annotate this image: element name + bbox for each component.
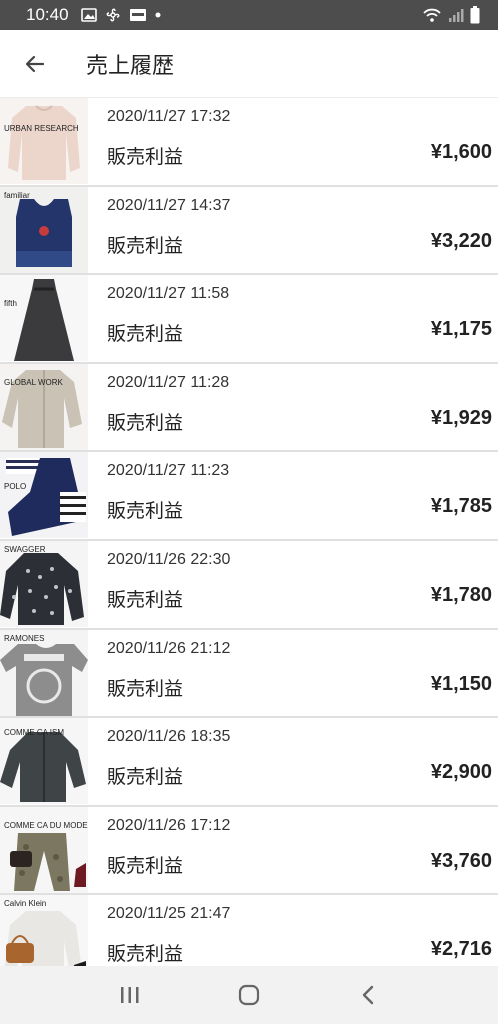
list-item[interactable]: fifth 2020/11/27 11:58 販売利益 ¥1,175	[0, 275, 498, 364]
transaction-type: 販売利益	[107, 677, 184, 700]
thumb-brand-label: URBAN RESEARCH	[4, 124, 79, 133]
transaction-type: 販売利益	[107, 943, 184, 966]
sale-amount: ¥1,929	[430, 406, 492, 429]
notification-icons	[80, 7, 161, 23]
transaction-type: 販売利益	[107, 854, 184, 877]
thumb-brand-label: COMME CA DU MODE	[4, 820, 88, 830]
recent-apps-icon	[120, 987, 139, 1003]
transaction-type: 販売利益	[107, 146, 184, 168]
list-item[interactable]: RAMONES 2020/11/26 21:12 販売利益 ¥1,150	[0, 629, 498, 719]
item-thumbnail: SWAGGER	[0, 540, 88, 627]
sale-amount: ¥3,760	[430, 849, 492, 872]
sale-date: 2020/11/27 14:37	[107, 196, 231, 214]
sale-amount: ¥1,600	[430, 141, 492, 163]
sale-amount: ¥2,716	[430, 938, 492, 961]
item-thumbnail: fifth	[0, 275, 88, 362]
list-item[interactable]: Calvin Klein 2020/11/25 21:47 販売利益 ¥2,71…	[0, 895, 498, 966]
home-button[interactable]	[219, 975, 279, 1015]
sales-history-list[interactable]: URBAN RESEARCH 2020/11/27 17:32 販売利益 ¥1,…	[0, 98, 498, 966]
dot-icon	[155, 12, 161, 18]
sale-amount: ¥1,785	[430, 495, 492, 518]
battery-icon	[470, 6, 480, 24]
thumb-brand-label: RAMONES	[4, 633, 45, 643]
sale-date: 2020/11/26 21:12	[107, 639, 231, 657]
thumb-brand-label: Calvin Klein	[4, 899, 47, 909]
system-nav-bar	[0, 966, 498, 1024]
thumb-brand-label: familiar	[4, 190, 30, 200]
thumb-brand-label: fifth	[4, 299, 17, 309]
item-thumbnail: familiar	[0, 186, 88, 273]
nav-back-button[interactable]	[338, 975, 398, 1015]
transaction-type: 販売利益	[107, 500, 184, 523]
transaction-type: 販売利益	[107, 766, 184, 789]
list-item[interactable]: GLOBAL WORK 2020/11/27 11:28 販売利益 ¥1,929	[0, 363, 498, 453]
recent-apps-button[interactable]	[100, 975, 160, 1015]
thumb-brand-label: COMME CA ISM	[4, 728, 65, 738]
transaction-type: 販売利益	[107, 323, 184, 346]
app-notification-icon	[129, 9, 146, 21]
item-thumbnail: RAMONES	[0, 629, 88, 716]
back-arrow-icon	[25, 55, 45, 72]
sale-date: 2020/11/26 18:35	[107, 728, 231, 746]
back-button[interactable]	[0, 30, 70, 98]
item-thumbnail: COMME CA DU MODE	[0, 806, 88, 893]
fan-notification-icon	[106, 8, 119, 22]
transaction-type: 販売利益	[107, 588, 184, 611]
thumb-brand-label: POLO	[4, 482, 27, 492]
sale-date: 2020/11/27 11:58	[107, 285, 230, 303]
item-thumbnail: POLO	[0, 452, 88, 539]
sale-date: 2020/11/26 22:30	[107, 550, 231, 568]
sale-date: 2020/11/27 11:28	[107, 373, 230, 391]
sale-date: 2020/11/27 17:32	[107, 108, 231, 125]
sale-amount: ¥3,220	[430, 229, 492, 252]
list-item[interactable]: familiar 2020/11/27 14:37 販売利益 ¥3,220	[0, 186, 498, 276]
item-thumbnail: COMME CA ISM	[0, 718, 88, 805]
list-item[interactable]: POLO 2020/11/27 11:23 販売利益 ¥1,785	[0, 452, 498, 541]
item-thumbnail: Calvin Klein	[0, 895, 88, 966]
sale-amount: ¥2,900	[430, 761, 492, 784]
sale-date: 2020/11/26 17:12	[107, 816, 231, 834]
wifi-icon	[423, 8, 441, 22]
home-icon	[238, 984, 260, 1006]
signal-icon	[449, 9, 464, 22]
thumb-brand-label: SWAGGER	[4, 544, 46, 554]
item-thumbnail: GLOBAL WORK	[0, 363, 88, 450]
status-bar: 10:40	[0, 0, 498, 30]
item-thumbnail: URBAN RESEARCH	[0, 98, 88, 184]
page-title: 売上履歴	[86, 53, 175, 79]
transaction-type: 販売利益	[107, 411, 184, 434]
system-status-icons	[422, 6, 480, 24]
nav-back-icon	[363, 985, 374, 1005]
gallery-notification-icon	[80, 8, 97, 22]
transaction-type: 販売利益	[107, 234, 184, 257]
thumb-brand-label: GLOBAL WORK	[4, 377, 63, 387]
list-item[interactable]: COMME CA ISM 2020/11/26 18:35 販売利益 ¥2,90…	[0, 718, 498, 807]
status-time: 10:40	[26, 5, 69, 24]
list-item[interactable]: URBAN RESEARCH 2020/11/27 17:32 販売利益 ¥1,…	[0, 98, 498, 187]
sale-amount: ¥1,175	[430, 318, 492, 341]
sale-date: 2020/11/27 11:23	[107, 462, 230, 480]
list-item[interactable]: COMME CA DU MODE 2020/11/26 17:12 販売利益 ¥…	[0, 806, 498, 896]
app-bar: 売上履歴	[0, 30, 498, 98]
sale-amount: ¥1,150	[430, 672, 492, 695]
sale-amount: ¥1,780	[430, 583, 492, 606]
sale-date: 2020/11/25 21:47	[107, 905, 231, 923]
list-item[interactable]: SWAGGER 2020/11/26 22:30 販売利益 ¥1,780	[0, 540, 498, 630]
